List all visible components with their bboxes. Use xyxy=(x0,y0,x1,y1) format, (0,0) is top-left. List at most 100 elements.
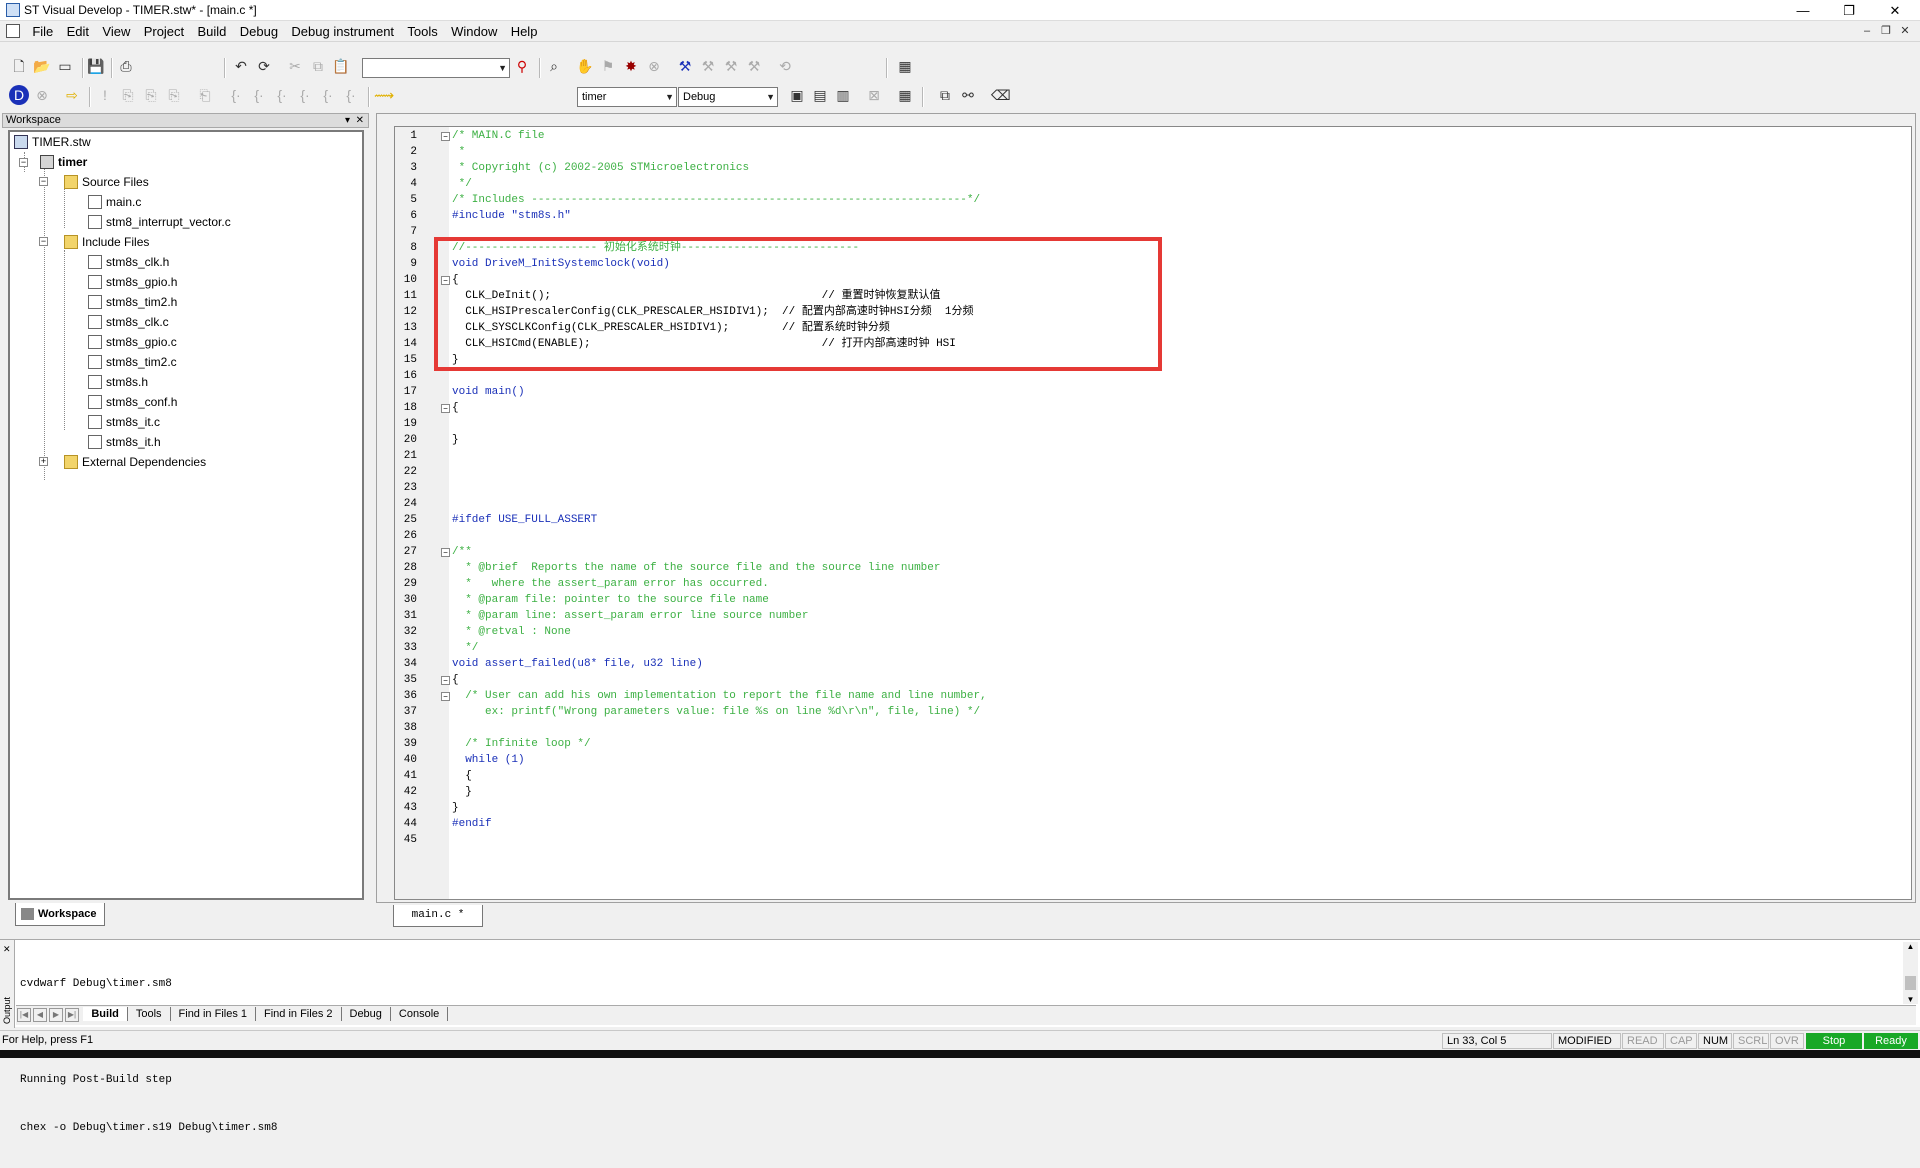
restore-button[interactable]: ❐ xyxy=(1826,1,1872,20)
tree-project[interactable]: timer xyxy=(40,153,87,171)
clear-breakpoints-icon[interactable]: ⊗ xyxy=(644,56,664,76)
workspace-menu-icon[interactable]: ▾ xyxy=(345,114,350,127)
output-scrollbar[interactable]: ▲ ▼ xyxy=(1903,942,1918,1004)
close-file-icon[interactable]: ▭ xyxy=(55,56,75,76)
tree-expander-external[interactable]: + xyxy=(39,457,48,466)
tree-workspace-root[interactable]: TIMER.stw xyxy=(14,133,91,151)
step-into-icon[interactable]: ⎘ xyxy=(118,85,138,105)
eraser-icon[interactable]: ⌫ xyxy=(990,85,1011,105)
tab-find-in-files-1[interactable]: Find in Files 1 xyxy=(171,1007,257,1021)
tree-file-item[interactable]: stm8s_tim2.h xyxy=(88,293,177,311)
tree-file-item[interactable]: stm8s_it.c xyxy=(88,413,160,431)
tab-find-in-files-2[interactable]: Find in Files 2 xyxy=(256,1007,342,1021)
tree-expander-source[interactable]: − xyxy=(39,177,48,186)
instr-step-5-icon[interactable]: {· xyxy=(318,85,338,105)
tree-file-item[interactable]: stm8s_it.h xyxy=(88,433,161,451)
close-button[interactable]: ✕ xyxy=(1872,1,1918,20)
output-close-icon[interactable]: ✕ xyxy=(3,944,11,955)
step-over-icon[interactable]: ⎘ xyxy=(141,85,161,105)
tab-workspace[interactable]: Workspace xyxy=(15,903,105,926)
tab-build[interactable]: Build xyxy=(83,1007,128,1021)
fold-toggle-icon[interactable]: − xyxy=(441,676,450,685)
step-out-icon[interactable]: ⎘ xyxy=(164,85,184,105)
fold-toggle-icon[interactable]: − xyxy=(441,692,450,701)
breakpoint-icon[interactable]: ✸ xyxy=(621,56,641,76)
menu-project[interactable]: Project xyxy=(139,21,189,42)
prev-tab-icon[interactable]: ◀ xyxy=(33,1008,47,1022)
go-arrow-icon[interactable]: ⇨ xyxy=(62,85,82,105)
first-tab-icon[interactable]: |◀ xyxy=(17,1008,31,1022)
menu-window[interactable]: Window xyxy=(446,21,502,42)
find-in-files-icon[interactable]: ⚲ xyxy=(512,56,532,76)
minimize-button[interactable]: — xyxy=(1780,1,1826,20)
menu-build[interactable]: Build xyxy=(193,21,232,42)
build-icon[interactable]: ⚒ xyxy=(675,56,695,76)
menu-debug[interactable]: Debug xyxy=(235,21,283,42)
chip-icon[interactable]: ▦ xyxy=(895,85,915,105)
compile-file-icon[interactable]: ▣ xyxy=(787,85,807,105)
scroll-down-icon[interactable]: ▼ xyxy=(1903,995,1918,1004)
find-combo[interactable]: ▼ xyxy=(362,58,510,78)
scroll-thumb[interactable] xyxy=(1905,976,1916,990)
reset-icon[interactable]: ⟿ xyxy=(373,85,394,105)
tree-folder-include[interactable]: Include Files xyxy=(64,233,149,251)
binocular-icon[interactable]: ⚯ xyxy=(958,85,978,105)
document-icon[interactable] xyxy=(6,24,20,38)
config-combo[interactable]: Debug ▼ xyxy=(678,87,778,107)
tab-debug[interactable]: Debug xyxy=(342,1007,391,1021)
scroll-up-icon[interactable]: ▲ xyxy=(1903,942,1918,951)
tree-file-item[interactable]: stm8s_gpio.c xyxy=(88,333,177,351)
mdi-minimize-button[interactable]: – xyxy=(1858,23,1876,39)
instr-step-6-icon[interactable]: {· xyxy=(341,85,361,105)
debug-start-icon[interactable]: D xyxy=(9,85,29,105)
tree-expander-project[interactable]: − xyxy=(19,158,28,167)
run-to-cursor-icon[interactable]: ⎗ xyxy=(195,85,215,105)
next-tab-icon[interactable]: ▶ xyxy=(49,1008,63,1022)
hand-icon[interactable]: ✋ xyxy=(575,56,595,76)
instr-step-2-icon[interactable]: {· xyxy=(249,85,269,105)
programmer-icon[interactable]: ▦ xyxy=(895,56,915,76)
tab-main-c[interactable]: main.c * xyxy=(393,905,483,927)
tree-folder-external[interactable]: External Dependencies xyxy=(64,453,206,471)
menu-file[interactable]: File xyxy=(27,21,58,42)
window-zoom-icon[interactable]: ⧉ xyxy=(935,85,955,105)
rebuild-icon[interactable]: ⚒ xyxy=(698,56,718,76)
instr-step-1-icon[interactable]: {· xyxy=(226,85,246,105)
new-file-icon[interactable]: 🗋 xyxy=(9,56,29,76)
instr-step-4-icon[interactable]: {· xyxy=(295,85,315,105)
menu-edit[interactable]: Edit xyxy=(62,21,94,42)
tree-folder-source[interactable]: Source Files xyxy=(64,173,149,191)
print-icon[interactable]: ⎙ xyxy=(116,56,136,76)
mdi-restore-button[interactable]: ❐ xyxy=(1877,23,1895,39)
redo-icon[interactable]: ⟳ xyxy=(254,56,274,76)
menu-view[interactable]: View xyxy=(97,21,135,42)
menu-debug-instrument[interactable]: Debug instrument xyxy=(286,21,399,42)
tree-file-item[interactable]: stm8_interrupt_vector.c xyxy=(88,213,231,231)
tree-file-item[interactable]: stm8s_gpio.h xyxy=(88,273,177,291)
tab-console[interactable]: Console xyxy=(391,1007,449,1021)
refresh-icon[interactable]: ⟲ xyxy=(775,56,795,76)
mdi-close-button[interactable]: ✕ xyxy=(1896,23,1914,39)
debug-stop-icon[interactable]: ⊗ xyxy=(32,85,52,105)
tab-tools[interactable]: Tools xyxy=(128,1007,171,1021)
instr-step-3-icon[interactable]: {· xyxy=(272,85,292,105)
copy-icon[interactable]: ⧉ xyxy=(308,56,328,76)
paste-icon[interactable]: 📋 xyxy=(331,56,351,76)
tree-file-item[interactable]: stm8s_clk.c xyxy=(88,313,169,331)
undo-icon[interactable]: ↶ xyxy=(231,56,251,76)
exclaim-icon[interactable]: ! xyxy=(95,85,115,105)
tree-file-item[interactable]: stm8s_conf.h xyxy=(88,393,177,411)
tree-file-item[interactable]: stm8s_clk.h xyxy=(88,253,169,271)
project-combo[interactable]: timer ▼ xyxy=(577,87,677,107)
tree-file-item[interactable]: stm8s_tim2.c xyxy=(88,353,177,371)
status-stop[interactable]: Stop xyxy=(1806,1033,1862,1049)
fold-toggle-icon[interactable]: − xyxy=(441,132,450,141)
stop-build-icon[interactable]: ⚒ xyxy=(744,56,764,76)
rebuild-all-icon[interactable]: ▥ xyxy=(833,85,853,105)
menu-help[interactable]: Help xyxy=(506,21,543,42)
tree-file-item[interactable]: main.c xyxy=(88,193,141,211)
stop-compile-icon[interactable]: ⊠ xyxy=(864,85,884,105)
fold-toggle-icon[interactable]: − xyxy=(441,548,450,557)
find-icon[interactable]: ⌕ xyxy=(544,56,564,76)
menu-tools[interactable]: Tools xyxy=(402,21,442,42)
